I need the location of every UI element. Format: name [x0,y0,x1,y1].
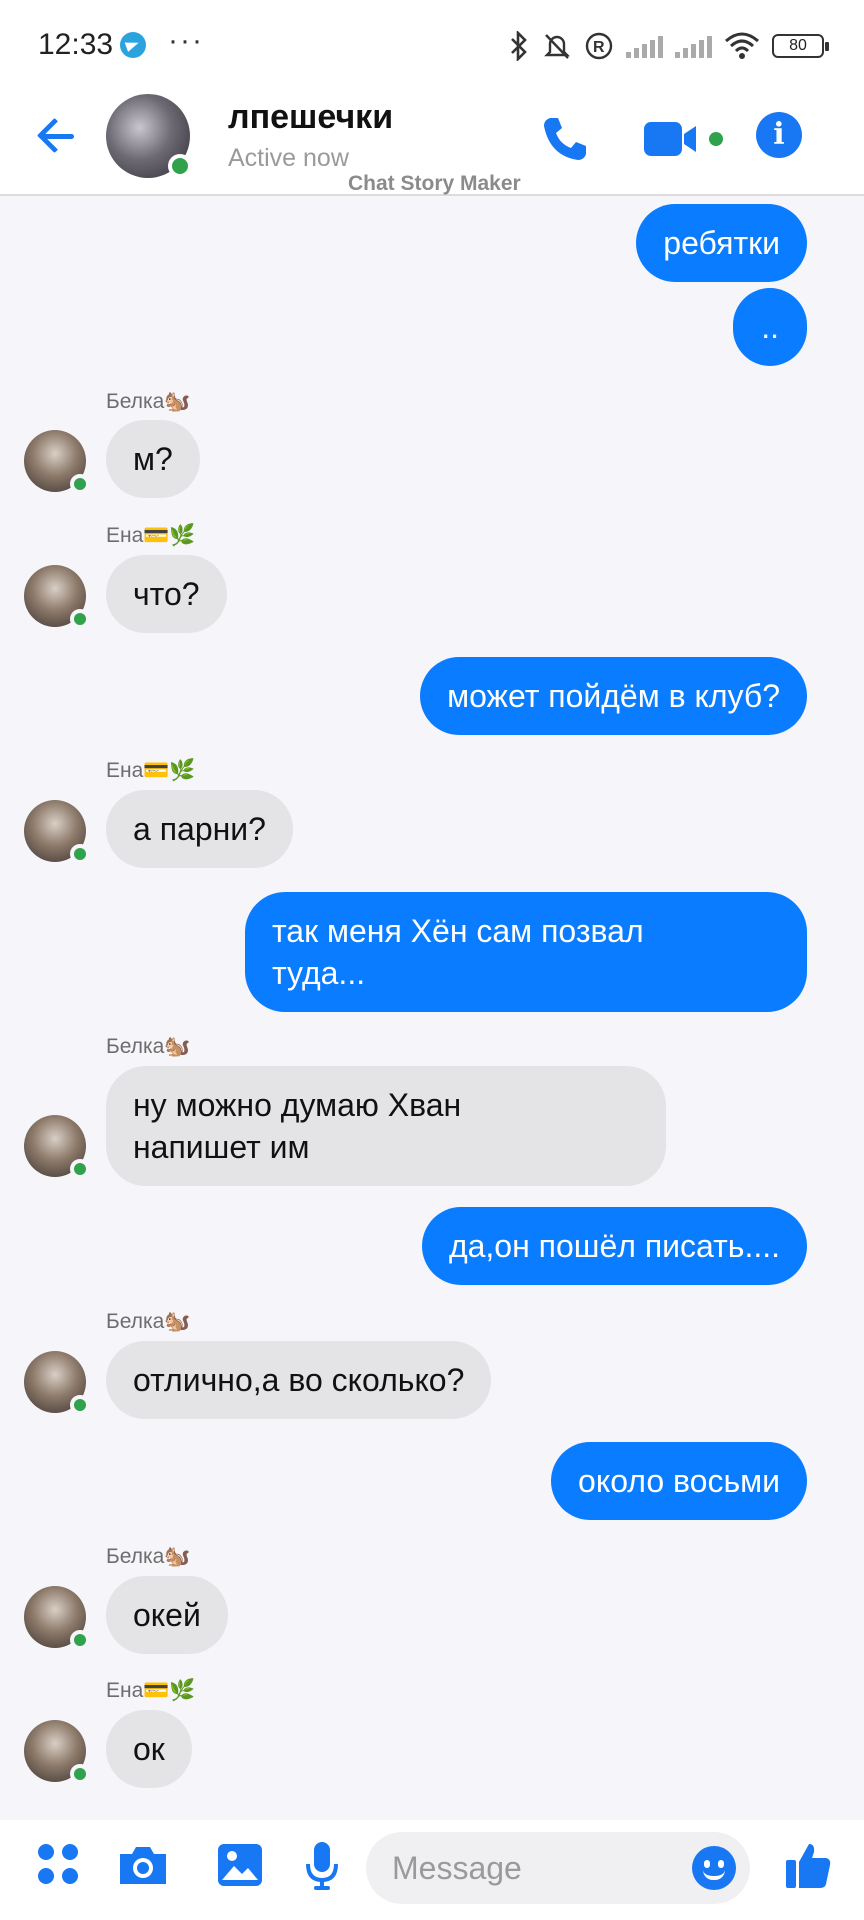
online-indicator [168,154,192,178]
gallery-icon[interactable] [216,1842,264,1888]
message-bubble-outgoing[interactable]: да,он пошёл писать.... [421,1207,807,1285]
online-indicator [70,1159,90,1179]
signal-strength-2-icon [675,34,712,58]
watermark: Chat Story Maker [348,172,521,195]
message-bubble-outgoing[interactable]: .. [733,288,807,366]
wifi-icon [725,32,759,59]
bluetooth-icon [511,31,527,61]
chat-header: лпешечки Active now Chat Story Maker i [0,92,864,196]
online-indicator [70,609,90,629]
sender-name: Ена💳🌿 [106,524,196,547]
online-indicator [70,1764,90,1784]
like-icon[interactable] [784,1840,832,1890]
avatar[interactable] [24,565,90,629]
online-indicator [70,474,90,494]
online-indicator [70,1630,90,1650]
mute-bell-icon [544,34,570,59]
message-bubble-incoming[interactable]: что? [106,555,227,633]
message-bubble-incoming[interactable]: ну можно думаю Хван напишет им [106,1066,666,1186]
message-bubble-outgoing[interactable]: около восьми [551,1442,807,1520]
active-status: Active now [228,144,349,172]
group-avatar[interactable] [106,94,192,178]
message-composer [0,1820,864,1920]
signal-strength-icon [626,34,663,58]
smile-mouth [703,1870,725,1880]
message-bubble-outgoing[interactable]: так меня Хён сам позвал туда... [245,892,807,1012]
avatar[interactable] [24,800,90,864]
sender-name: Ена💳🌿 [106,759,196,782]
online-indicator [70,1395,90,1415]
message-bubble-incoming[interactable]: отлично,а во сколько? [106,1341,492,1419]
telegram-notification-icon [120,32,146,58]
message-bubble-outgoing[interactable]: может пойдём в клуб? [420,657,807,735]
sender-name: Белка🐿️ [106,390,191,413]
emoji-icon[interactable] [692,1846,736,1890]
message-bubble-incoming[interactable]: ок [106,1710,192,1788]
sender-name: Белка🐿️ [106,1310,191,1333]
message-bubble-incoming[interactable]: м? [106,420,200,498]
back-arrow-icon[interactable] [36,114,80,158]
online-indicator [70,844,90,864]
camera-icon[interactable] [116,1842,170,1888]
chat-title[interactable]: лпешечки [228,98,393,137]
registered-icon: R [585,32,613,60]
status-bar: 12:33 ··· R 80 [0,0,864,92]
sender-name: Белка🐿️ [106,1035,191,1058]
video-call-icon[interactable] [644,116,724,162]
avatar[interactable] [24,1586,90,1650]
avatar[interactable] [24,430,90,494]
status-time: 12:33 [38,28,114,61]
microphone-icon[interactable] [302,1840,342,1892]
message-bubble-incoming[interactable]: а парни? [106,790,293,868]
apps-icon[interactable] [36,1842,80,1886]
info-icon[interactable]: i [756,112,802,158]
message-bubble-incoming[interactable]: окей [106,1576,228,1654]
avatar[interactable] [24,1720,90,1784]
sender-name: Белка🐿️ [106,1545,191,1568]
message-bubble-outgoing[interactable]: ребятки [636,204,807,282]
more-notifications-icon: ··· [168,24,204,57]
system-icons: R 80 [508,24,829,68]
sender-name: Ена💳🌿 [106,1679,196,1702]
avatar[interactable] [24,1115,90,1179]
phone-call-icon[interactable] [538,112,592,166]
battery-icon: 80 [772,34,829,58]
svg-text:R: R [593,39,605,56]
avatar[interactable] [24,1351,90,1415]
